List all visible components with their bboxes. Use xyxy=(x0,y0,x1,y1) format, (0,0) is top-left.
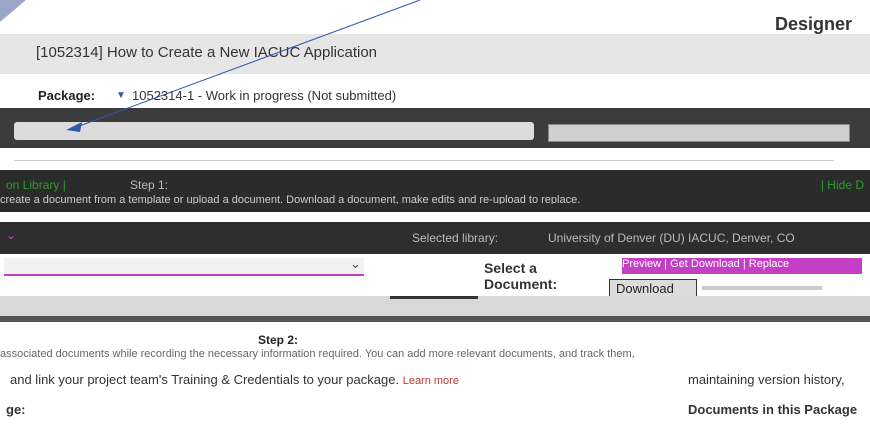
learn-more-link[interactable]: Learn more xyxy=(403,375,459,387)
library-link[interactable]: on Library | xyxy=(6,178,66,192)
toolbar-field[interactable] xyxy=(14,122,534,140)
documents-in-package-label: Documents in this Package xyxy=(688,402,858,417)
step2-label: Step 2: xyxy=(258,333,299,347)
divider xyxy=(14,160,834,161)
hide-link[interactable]: | Hide D xyxy=(821,178,864,192)
step1-label: Step 1: xyxy=(130,178,169,192)
divider-dark xyxy=(0,316,870,322)
chevron-down-icon[interactable]: ⌄ xyxy=(6,228,16,242)
step2-description: associated documents while recording the… xyxy=(0,348,635,360)
package-select[interactable]: 1052314-1 - Work in progress (Not submit… xyxy=(132,88,396,103)
package-label: Package: xyxy=(38,88,96,103)
download-filler xyxy=(702,286,822,290)
step1-description: create a document from a template or upl… xyxy=(0,194,581,204)
library-value: University of Denver (DU) IACUC, Denver,… xyxy=(548,231,795,245)
upload-row xyxy=(0,296,870,316)
chevron-down-icon[interactable]: ⌄ xyxy=(350,256,361,272)
document-links[interactable]: Preview | Get Download | Replace xyxy=(622,258,862,274)
version-history-text: maintaining version history, xyxy=(688,372,845,387)
step2-main-text-label: and link your project team's Training & … xyxy=(10,372,400,387)
package-dropdown-icon[interactable]: ▼ xyxy=(116,90,126,101)
page-title: [1052314] How to Create a New IACUC Appl… xyxy=(36,44,378,61)
corner-decoration xyxy=(0,0,26,22)
template-dropdown[interactable] xyxy=(4,258,364,276)
designer-label: Designer xyxy=(774,14,852,34)
toolbar-select[interactable] xyxy=(548,124,850,142)
library-label: Selected library: xyxy=(412,231,499,245)
underline-bar xyxy=(390,296,478,299)
package-section-label: ge: xyxy=(6,402,26,417)
select-document-label: Select a Document: xyxy=(484,260,558,292)
step2-main-text: and link your project team's Training & … xyxy=(10,372,459,387)
